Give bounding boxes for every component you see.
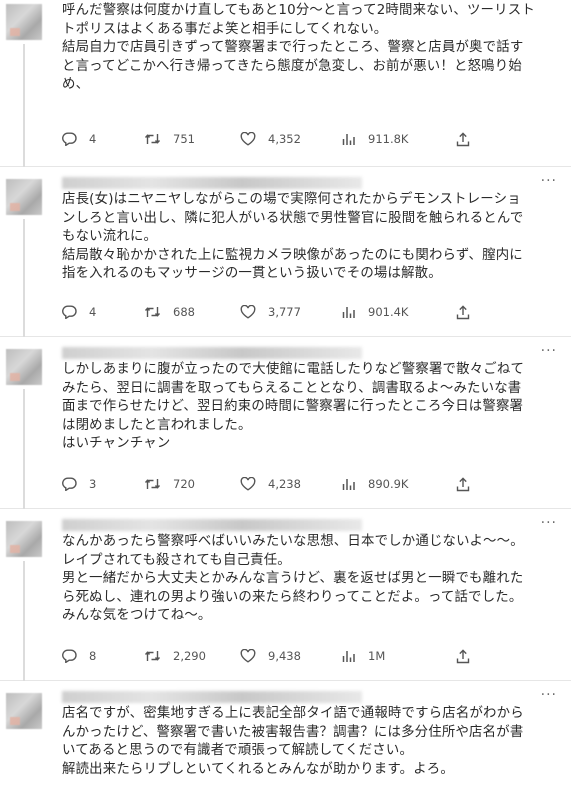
share-icon — [456, 476, 470, 491]
share-button[interactable] — [456, 304, 470, 320]
like-icon — [240, 132, 256, 146]
reply-button[interactable]: 4 — [62, 305, 144, 319]
views-count: 890.9K — [368, 477, 409, 491]
tweet[interactable]: 呼んだ警察は何度かけ直してもあと10分〜と言って2時間来ない、ツーリスト トポリ… — [0, 0, 571, 167]
reply-icon — [62, 305, 77, 319]
share-icon — [456, 648, 470, 663]
retweet-count: 720 — [173, 477, 195, 491]
like-count: 3,777 — [268, 305, 301, 319]
tweet-actions: 8 2,290 9,438 1M — [62, 645, 470, 667]
views-button[interactable]: 911.8K — [342, 132, 456, 146]
like-button[interactable]: 3,777 — [240, 305, 342, 319]
like-button[interactable]: 9,438 — [240, 649, 342, 663]
reply-count: 4 — [89, 305, 97, 319]
user-name-redacted — [62, 519, 362, 531]
share-button[interactable] — [456, 131, 470, 147]
retweet-button[interactable]: 720 — [144, 477, 240, 491]
reply-icon — [62, 132, 77, 146]
views-button[interactable]: 1M — [342, 649, 456, 663]
retweet-icon — [144, 307, 161, 317]
like-count: 4,238 — [268, 477, 301, 491]
thread-line — [23, 219, 25, 337]
reply-button[interactable]: 3 — [62, 477, 144, 491]
share-icon — [456, 131, 470, 146]
reply-icon — [62, 477, 77, 491]
thread-line — [23, 389, 25, 509]
avatar[interactable] — [6, 179, 42, 215]
like-icon — [240, 305, 256, 319]
more-options-button[interactable]: ··· — [541, 343, 557, 359]
views-count: 901.4K — [368, 305, 409, 319]
tweet-actions: 3 720 4,238 890.9K — [62, 473, 470, 495]
reply-count: 3 — [89, 477, 97, 491]
like-count: 9,438 — [268, 649, 301, 663]
views-icon — [342, 479, 355, 490]
tweet-text: 呼んだ警察は何度かけ直してもあと10分〜と言って2時間来ない、ツーリスト トポリ… — [62, 3, 535, 93]
more-options-button[interactable]: ··· — [541, 515, 557, 531]
retweet-icon — [144, 479, 161, 489]
tweet-actions: 4 688 3,777 901.4K — [62, 301, 470, 323]
share-button[interactable] — [456, 648, 470, 664]
tweet[interactable]: ··· なんかあったら警察呼べばいいみたいな思想、日本でしか通じないよ〜〜。 レ… — [0, 509, 571, 681]
reply-button[interactable]: 4 — [62, 132, 144, 146]
tweet-actions: 4 751 4,352 911.8K — [62, 128, 470, 150]
like-icon — [240, 649, 256, 663]
share-button[interactable] — [456, 476, 470, 492]
retweet-button[interactable]: 751 — [144, 132, 240, 146]
views-icon — [342, 134, 355, 145]
reply-count: 8 — [89, 649, 97, 663]
more-options-button[interactable]: ··· — [541, 173, 557, 189]
like-button[interactable]: 4,238 — [240, 477, 342, 491]
views-count: 911.8K — [368, 132, 409, 146]
avatar[interactable] — [6, 521, 42, 557]
retweet-count: 2,290 — [173, 649, 206, 663]
user-name-redacted — [62, 177, 362, 189]
views-button[interactable]: 890.9K — [342, 477, 456, 491]
share-icon — [456, 304, 470, 319]
reply-button[interactable]: 8 — [62, 649, 144, 663]
avatar[interactable] — [6, 4, 42, 40]
tweet[interactable]: ··· しかしあまりに腹が立ったので大使館に電話したりなど警察署で散々ごねて み… — [0, 337, 571, 509]
thread-line — [23, 561, 25, 681]
views-icon — [342, 651, 355, 662]
retweet-count: 751 — [173, 132, 195, 146]
retweet-count: 688 — [173, 305, 195, 319]
avatar[interactable] — [6, 349, 42, 385]
tweet[interactable]: ··· 店長(女)はニヤニヤしながらこの場で実際何されたからデモンストレーショ … — [0, 167, 571, 337]
like-button[interactable]: 4,352 — [240, 132, 342, 146]
avatar[interactable] — [6, 693, 42, 729]
thread-line — [23, 44, 25, 167]
views-icon — [342, 307, 355, 318]
reply-count: 4 — [89, 132, 97, 146]
user-name-redacted — [62, 691, 362, 703]
retweet-button[interactable]: 688 — [144, 305, 240, 319]
retweet-icon — [144, 651, 161, 661]
like-icon — [240, 477, 256, 491]
tweet[interactable]: ··· 店名ですが、密集地すぎる上に表記全部タイ語で通報時ですら店名がわから ん… — [0, 681, 571, 795]
views-button[interactable]: 901.4K — [342, 305, 456, 319]
tweet-thread: 呼んだ警察は何度かけ直してもあと10分〜と言って2時間来ない、ツーリスト トポリ… — [0, 0, 571, 795]
retweet-icon — [144, 134, 161, 144]
views-count: 1M — [368, 649, 386, 663]
like-count: 4,352 — [268, 132, 301, 146]
retweet-button[interactable]: 2,290 — [144, 649, 240, 663]
more-options-button[interactable]: ··· — [541, 687, 557, 703]
reply-icon — [62, 649, 77, 663]
user-name-redacted — [62, 347, 362, 359]
